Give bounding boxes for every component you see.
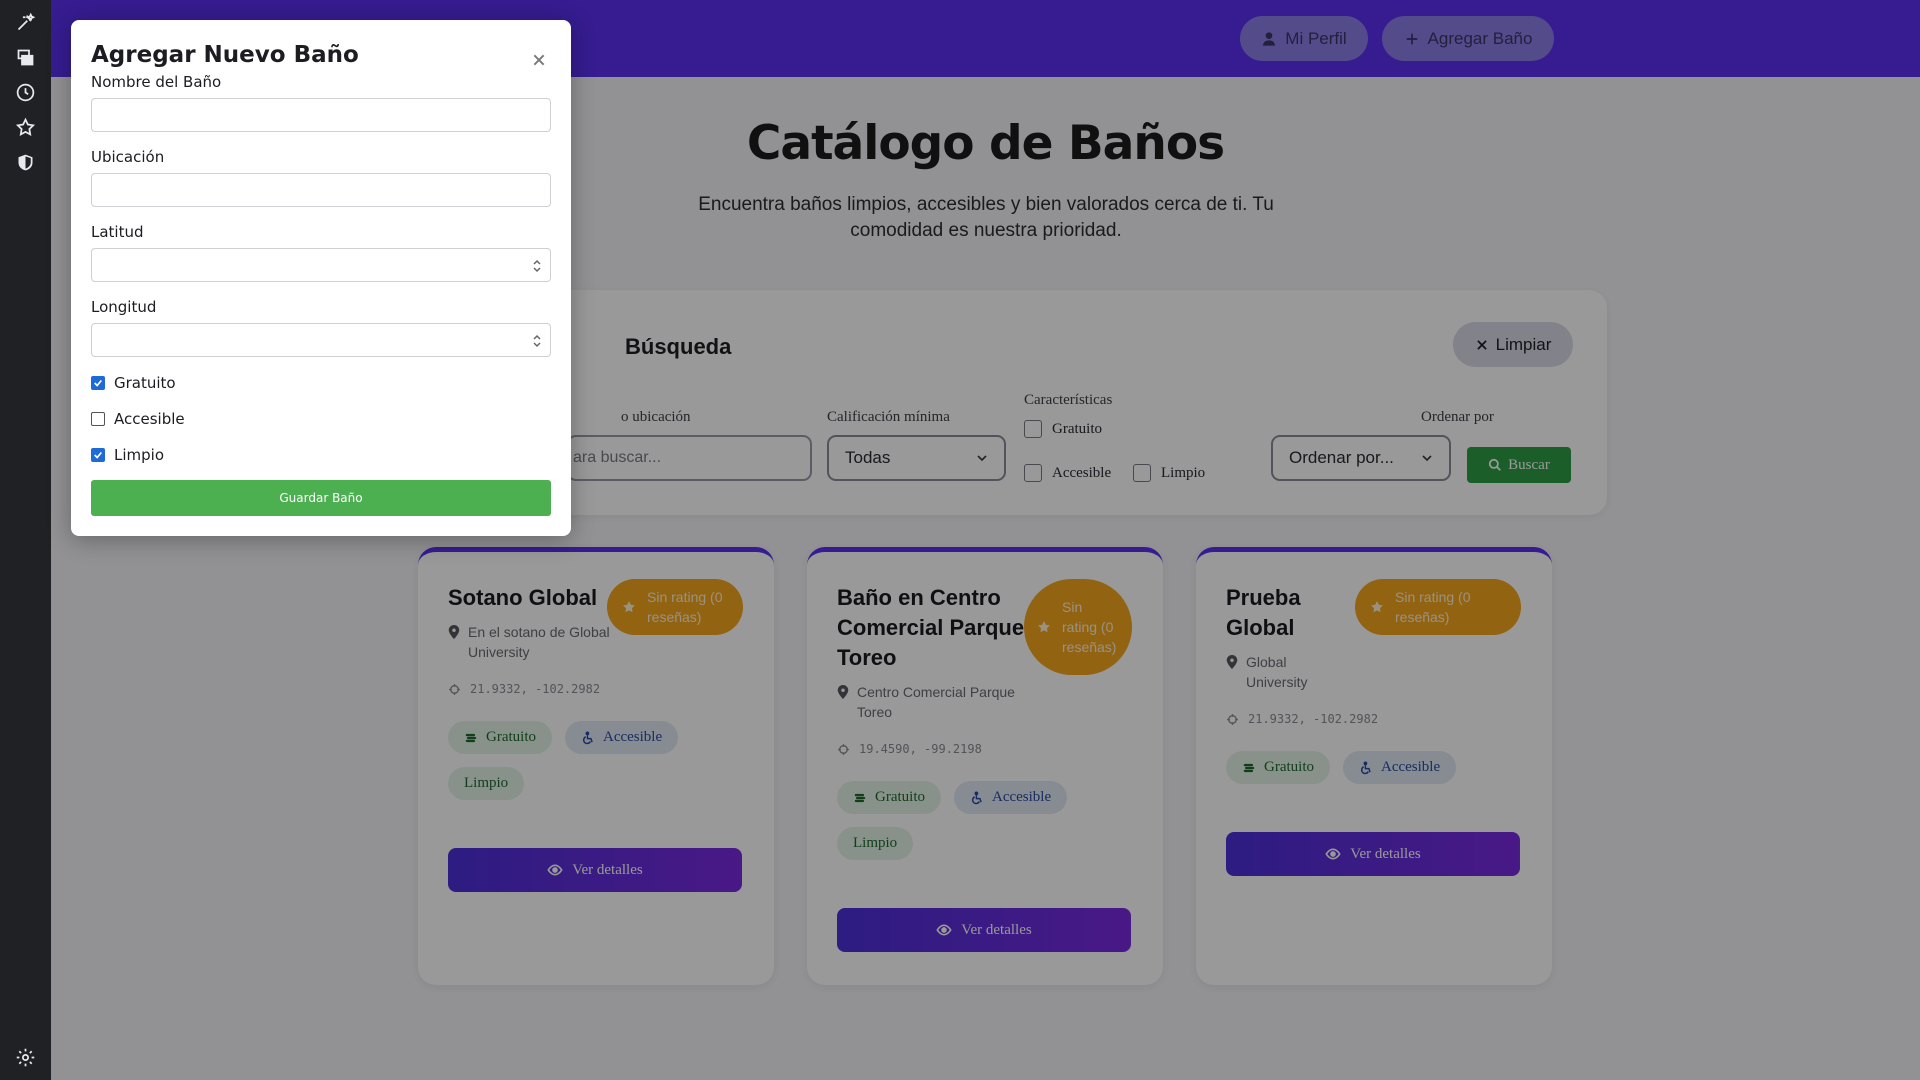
name-field[interactable]: [91, 98, 551, 132]
layers-icon[interactable]: [15, 47, 36, 68]
free-checkbox-row[interactable]: Gratuito: [91, 374, 176, 392]
check-icon: [94, 451, 102, 459]
accessible-checkbox-row[interactable]: Accesible: [91, 410, 185, 428]
history-icon[interactable]: [15, 82, 36, 103]
add-bathroom-modal: Agregar Nuevo Baño Nombre del Baño Ubica…: [71, 20, 571, 536]
save-bathroom-label: Guardar Baño: [279, 491, 363, 505]
magic-wand-icon[interactable]: [15, 12, 36, 33]
location-field[interactable]: [91, 173, 551, 207]
longitude-field-label: Longitud: [91, 298, 157, 316]
shield-icon[interactable]: [15, 152, 36, 173]
modal-title: Agregar Nuevo Baño: [91, 42, 359, 68]
star-icon[interactable]: [15, 117, 36, 138]
app-rail: [0, 0, 51, 1080]
name-field-label: Nombre del Baño: [91, 73, 222, 91]
location-field-label: Ubicación: [91, 148, 165, 166]
accessible-checkbox-label: Accesible: [114, 410, 185, 428]
latitude-field[interactable]: [91, 248, 551, 282]
close-icon[interactable]: [531, 52, 547, 68]
check-icon: [94, 379, 102, 387]
clean-checkbox[interactable]: [91, 448, 105, 462]
settings-icon[interactable]: [15, 1047, 36, 1068]
longitude-field[interactable]: [91, 323, 551, 357]
free-checkbox-label: Gratuito: [114, 374, 176, 392]
free-checkbox[interactable]: [91, 376, 105, 390]
number-spinner-icon[interactable]: [532, 333, 542, 349]
clean-checkbox-row[interactable]: Limpio: [91, 446, 164, 464]
accessible-checkbox[interactable]: [91, 412, 105, 426]
latitude-field-label: Latitud: [91, 223, 144, 241]
clean-checkbox-label: Limpio: [114, 446, 165, 464]
save-bathroom-button[interactable]: Guardar Baño: [91, 480, 551, 516]
number-spinner-icon[interactable]: [532, 258, 542, 274]
